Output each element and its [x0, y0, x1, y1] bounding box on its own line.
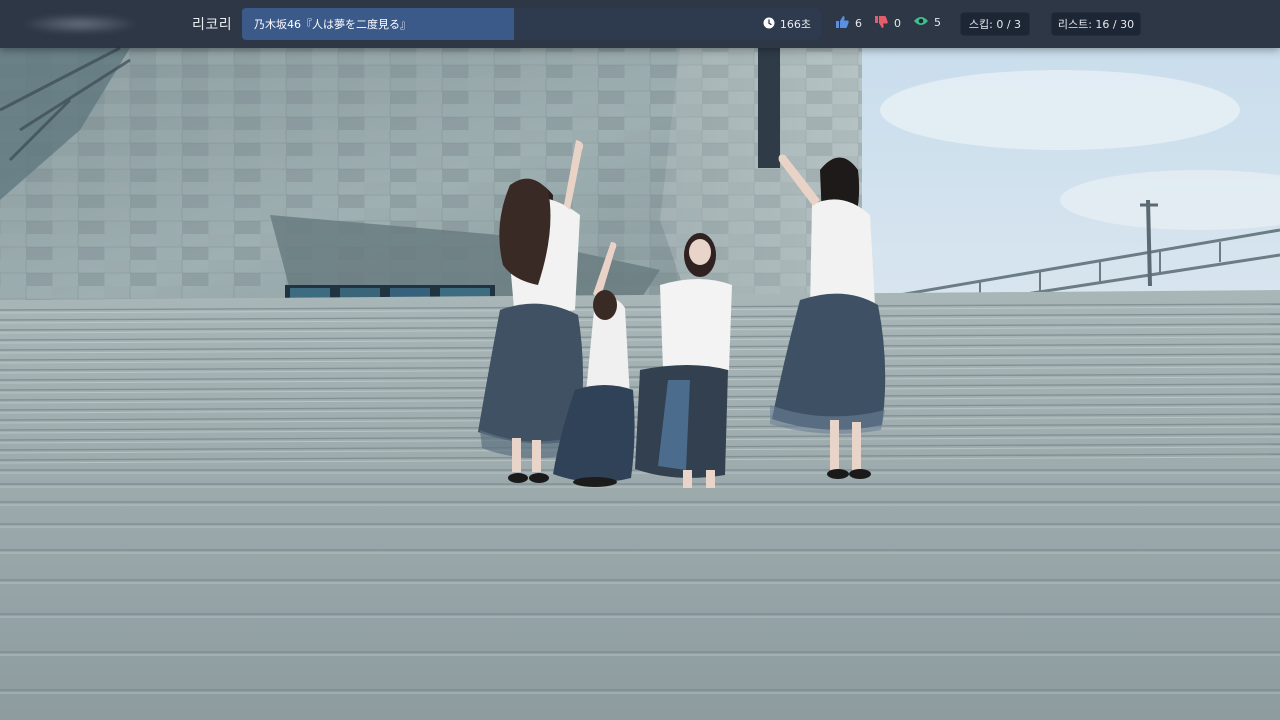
countdown-timer: 166초: [763, 16, 811, 32]
thumbs-up-icon[interactable]: [836, 16, 849, 31]
video-player[interactable]: [0, 0, 1280, 720]
eye-icon: [914, 16, 928, 29]
thumbs-down-icon[interactable]: [875, 16, 888, 31]
song-title: 乃木坂46『人は夢を二度見る』: [254, 18, 411, 31]
like-count: 6: [855, 17, 862, 30]
clock-icon: [763, 17, 775, 32]
blurred-logo: [20, 14, 140, 34]
list-counter-button[interactable]: 리스트: 16 / 30: [1051, 12, 1141, 36]
top-bar: 리코리 乃木坂46『人は夢を二度見る』 166초 6 0 5 스킵: 0 / 3…: [0, 0, 1280, 48]
skip-counter-button[interactable]: 스킵: 0 / 3: [960, 12, 1030, 36]
view-counter: 5: [914, 16, 941, 29]
song-title-bar: 乃木坂46『人は夢を二度見る』 166초: [242, 8, 821, 40]
like-counter[interactable]: 6: [836, 16, 862, 31]
dislike-count: 0: [894, 17, 901, 30]
timer-value: 166초: [779, 18, 811, 31]
video-frame: [0, 0, 1280, 720]
view-count: 5: [934, 16, 941, 29]
brand-name[interactable]: 리코리: [192, 14, 232, 34]
dislike-counter[interactable]: 0: [875, 16, 901, 31]
